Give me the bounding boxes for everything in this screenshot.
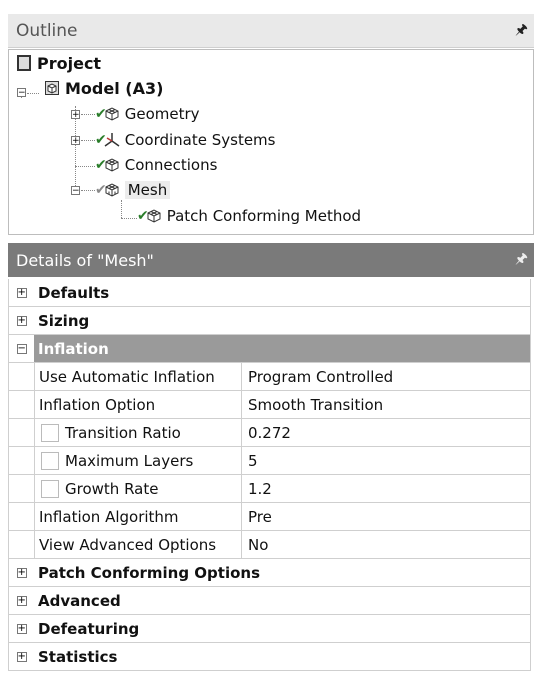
tree-connector	[81, 190, 95, 191]
section-defaults[interactable]: + Defaults	[9, 279, 531, 307]
property-name: Maximum Layers	[65, 451, 194, 470]
expand-toggle[interactable]: +	[16, 651, 27, 662]
section-defeaturing[interactable]: + Defeaturing	[9, 615, 531, 643]
property-value[interactable]: Program Controlled	[242, 363, 531, 390]
section-sizing[interactable]: + Sizing	[9, 307, 531, 335]
property-row[interactable]: Use Automatic Inflation Program Controll…	[9, 363, 531, 391]
section-label: Inflation	[38, 339, 109, 358]
tree-connector	[81, 114, 95, 115]
section-statistics[interactable]: + Statistics	[9, 643, 531, 671]
property-name: Transition Ratio	[65, 423, 181, 442]
tree-label: Patch Conforming Method	[166, 207, 362, 225]
property-name: Use Automatic Inflation	[34, 363, 242, 390]
parameter-checkbox[interactable]	[41, 451, 59, 470]
section-label: Defeaturing	[38, 619, 140, 638]
tree-connector	[121, 200, 122, 218]
collapse-toggle[interactable]: −	[71, 186, 80, 196]
collapse-toggle[interactable]: −	[16, 343, 27, 354]
tree-item-mesh[interactable]: ✔ Mesh	[95, 179, 171, 201]
section-advanced[interactable]: + Advanced	[9, 587, 531, 615]
tree-label: Coordinate Systems	[124, 131, 276, 149]
tree-label: Connections	[124, 156, 218, 174]
property-value[interactable]: Pre	[242, 503, 531, 530]
tree-item-geometry[interactable]: ✔ Geometry	[95, 103, 200, 125]
outline-title: Outline	[16, 20, 78, 41]
connections-icon	[103, 156, 121, 174]
property-row[interactable]: Inflation Algorithm Pre	[9, 503, 531, 531]
property-name: View Advanced Options	[34, 531, 242, 558]
tree-label: Model (A3)	[65, 78, 164, 98]
tree-item-project[interactable]: Project	[15, 52, 101, 74]
tree-label: Project	[37, 53, 102, 73]
tree-label: Geometry	[124, 105, 200, 123]
pin-icon[interactable]: 🖈	[515, 248, 528, 272]
property-value[interactable]: Smooth Transition	[242, 391, 531, 418]
expand-toggle[interactable]: +	[16, 623, 27, 634]
outline-tree: Project − Model (A3) + ✔ Geometry + ✔ Co…	[8, 49, 534, 235]
expand-toggle[interactable]: +	[16, 287, 27, 298]
property-name: Inflation Option	[34, 391, 242, 418]
tree-connector	[121, 218, 137, 219]
tree-connector	[27, 93, 39, 94]
parameter-checkbox[interactable]	[41, 423, 59, 442]
property-value[interactable]: 0.272	[242, 419, 531, 446]
collapse-toggle[interactable]: −	[17, 88, 26, 98]
section-inflation[interactable]: − Inflation	[9, 335, 531, 363]
property-name: Growth Rate	[65, 479, 159, 498]
section-label: Patch Conforming Options	[38, 563, 261, 582]
section-label: Defaults	[38, 283, 110, 302]
parameter-checkbox[interactable]	[41, 479, 59, 498]
tree-connector	[81, 140, 95, 141]
tree-connector	[75, 166, 95, 167]
property-row[interactable]: Transition Ratio 0.272	[9, 419, 531, 447]
pin-icon[interactable]: 🖈	[515, 19, 528, 43]
coordinate-axes-icon	[103, 131, 121, 149]
details-header: Details of "Mesh" 🖈	[8, 243, 534, 277]
section-patch-conforming-options[interactable]: + Patch Conforming Options	[9, 559, 531, 587]
tree-item-model[interactable]: Model (A3)	[43, 77, 163, 99]
property-value[interactable]: 1.2	[242, 475, 531, 502]
tree-item-patch-conforming-method[interactable]: ✔ Patch Conforming Method	[137, 205, 361, 227]
model-icon	[43, 79, 61, 97]
property-row[interactable]: Inflation Option Smooth Transition	[9, 391, 531, 419]
expand-toggle[interactable]: +	[71, 136, 80, 146]
property-value[interactable]: 5	[242, 447, 531, 474]
expand-toggle[interactable]: +	[16, 567, 27, 578]
property-row[interactable]: Growth Rate 1.2	[9, 475, 531, 503]
tree-item-connections[interactable]: ✔ Connections	[95, 154, 217, 176]
expand-toggle[interactable]: +	[16, 315, 27, 326]
details-grid: + Defaults + Sizing − Inflation Use Auto…	[8, 279, 531, 671]
mesh-icon	[103, 181, 121, 199]
expand-toggle[interactable]: +	[71, 110, 80, 120]
section-label: Advanced	[38, 591, 121, 610]
details-title: Details of "Mesh"	[16, 250, 154, 270]
property-value[interactable]: No	[242, 531, 531, 558]
section-label: Sizing	[38, 311, 90, 330]
expand-toggle[interactable]: +	[16, 595, 27, 606]
tree-item-coordinate-systems[interactable]: ✔ Coordinate Systems	[95, 129, 275, 151]
geometry-icon	[103, 105, 121, 123]
project-icon	[15, 54, 33, 72]
section-label: Statistics	[38, 647, 118, 666]
outline-header: Outline 🖈	[8, 14, 534, 48]
tree-label: Mesh	[124, 181, 171, 199]
property-row[interactable]: Maximum Layers 5	[9, 447, 531, 475]
mesh-method-icon	[145, 207, 163, 225]
property-row[interactable]: View Advanced Options No	[9, 531, 531, 559]
property-name: Inflation Algorithm	[34, 503, 242, 530]
